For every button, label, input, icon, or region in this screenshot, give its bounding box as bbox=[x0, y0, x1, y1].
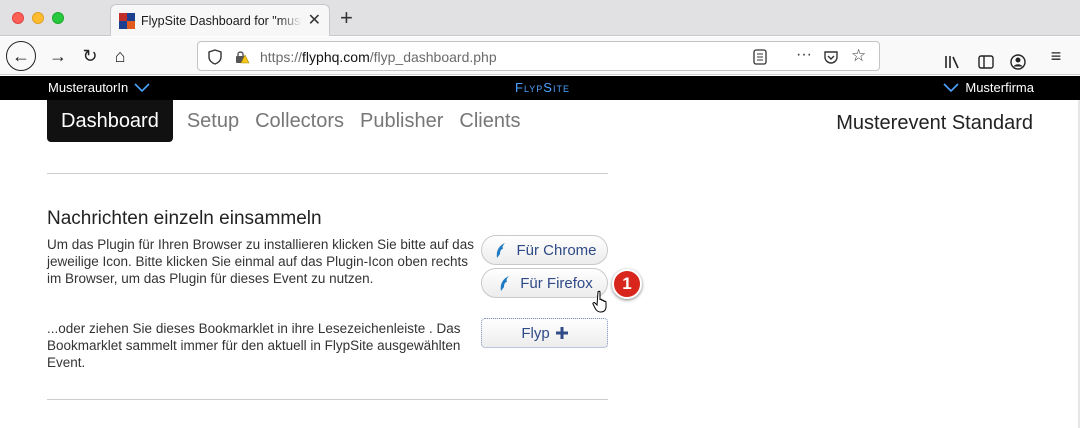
divider bbox=[47, 399, 608, 400]
home-icon[interactable]: ⌂ bbox=[108, 42, 132, 70]
site-header-bar: MusterautorIn FlypSite Musterfirma bbox=[0, 76, 1080, 100]
plus-icon bbox=[555, 327, 568, 339]
flyp-button-label: Flyp bbox=[521, 324, 550, 342]
sidebar-icon[interactable] bbox=[978, 48, 994, 76]
back-button[interactable]: ← bbox=[6, 41, 36, 71]
site-logo[interactable]: FlypSite bbox=[515, 80, 570, 95]
chevron-down-icon bbox=[134, 82, 150, 92]
close-tab-icon[interactable]: ✕ bbox=[308, 12, 321, 29]
browser-titlebar: FlypSite Dashboard for "musterautorin" ✕… bbox=[0, 0, 1080, 36]
dolphin-icon bbox=[497, 243, 506, 258]
tab-dashboard[interactable]: Dashboard bbox=[47, 100, 173, 142]
tab-clients[interactable]: Clients bbox=[459, 110, 520, 133]
url-text: https://flyphq.com/flyp_dashboard.php bbox=[260, 49, 497, 65]
firefox-plugin-button[interactable]: Für Firefox bbox=[481, 268, 608, 298]
address-bar[interactable]: https://flyphq.com/flyp_dashboard.php ··… bbox=[197, 41, 880, 71]
library-icon[interactable] bbox=[944, 48, 962, 76]
hamburger-menu-icon[interactable]: ≡ bbox=[1046, 42, 1066, 70]
section-title: Nachrichten einzeln einsammeln bbox=[47, 208, 322, 229]
tab-collectors[interactable]: Collectors bbox=[255, 110, 344, 133]
chrome-button-label: Für Chrome bbox=[516, 241, 597, 259]
warning-lock-icon[interactable] bbox=[234, 49, 250, 65]
reader-view-icon[interactable] bbox=[753, 49, 767, 65]
main-nav: Dashboard Setup Collectors Publisher Cli… bbox=[47, 100, 537, 142]
firefox-button-label: Für Firefox bbox=[520, 274, 593, 292]
company-menu[interactable]: Musterfirma bbox=[943, 80, 1034, 95]
bookmarklet-instructions: ...oder ziehen Sie dieses Bookmarklet in… bbox=[47, 321, 461, 370]
close-window-button[interactable] bbox=[12, 12, 24, 24]
account-icon[interactable] bbox=[1010, 48, 1026, 76]
bookmark-star-icon[interactable]: ☆ bbox=[851, 46, 866, 66]
reload-icon[interactable]: ↻ bbox=[78, 42, 102, 70]
dolphin-icon bbox=[500, 276, 510, 291]
browser-tab[interactable]: FlypSite Dashboard for "musterautorin" ✕ bbox=[110, 4, 330, 36]
user-name: MusterautorIn bbox=[48, 80, 129, 95]
chevron-down-icon bbox=[943, 82, 959, 92]
tab-title: FlypSite Dashboard for "musterautorin" bbox=[141, 13, 302, 28]
step-badge: 1 bbox=[612, 269, 642, 299]
pocket-icon[interactable] bbox=[823, 49, 839, 65]
tab-setup[interactable]: Setup bbox=[187, 110, 239, 133]
tab-publisher[interactable]: Publisher bbox=[360, 110, 443, 133]
divider bbox=[47, 173, 608, 174]
hand-cursor-icon bbox=[592, 290, 607, 313]
minimize-window-button[interactable] bbox=[32, 12, 44, 24]
plugin-instructions: Um das Plugin für Ihren Browser zu insta… bbox=[47, 237, 474, 286]
chrome-plugin-button[interactable]: Für Chrome bbox=[481, 235, 608, 265]
forward-button[interactable]: → bbox=[46, 42, 70, 70]
current-event[interactable]: Musterevent Standard bbox=[836, 112, 1033, 135]
user-menu[interactable]: MusterautorIn bbox=[48, 80, 150, 95]
flypsite-favicon-icon bbox=[119, 12, 135, 29]
browser-toolbar: ← → ↻ ⌂ https://flyphq.com/flyp_dashboar… bbox=[0, 37, 1080, 75]
flyp-bookmarklet-button[interactable]: Flyp bbox=[481, 318, 608, 348]
new-tab-icon[interactable]: + bbox=[340, 5, 353, 31]
shield-icon[interactable] bbox=[208, 49, 222, 65]
company-name: Musterfirma bbox=[965, 80, 1034, 95]
page-actions-icon[interactable]: ··· bbox=[796, 46, 812, 64]
maximize-window-button[interactable] bbox=[52, 12, 64, 24]
